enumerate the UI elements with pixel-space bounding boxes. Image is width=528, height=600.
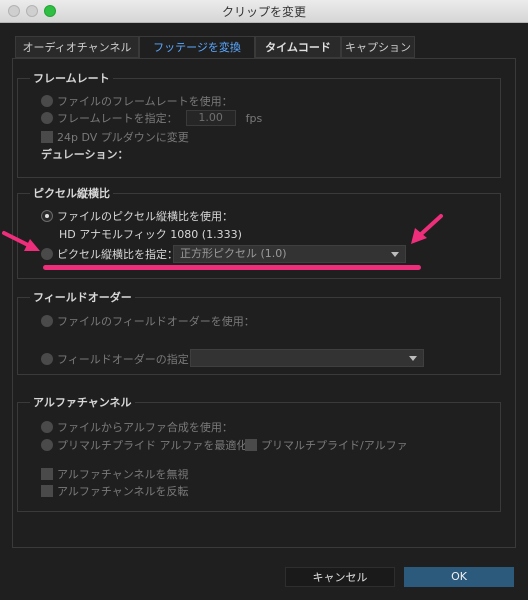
field-order-conform-label: フィールドオーダーの指定： [57, 353, 200, 366]
cancel-button[interactable]: キャンセル [285, 567, 395, 587]
checkbox-icon [41, 131, 53, 143]
checkbox-icon [41, 485, 53, 497]
highlight-underline [43, 265, 421, 270]
alpha-premultiply-option[interactable]: プリマルチプライド アルファを最適化： [41, 437, 258, 453]
pixel-aspect-conform-label: ピクセル縦横比を指定： [57, 248, 178, 261]
pixel-aspect-file-value: HD アナモルフィック 1080 (1.333) [59, 228, 242, 241]
alpha-use-file-option[interactable]: ファイルからアルファ合成を使用： [41, 419, 233, 435]
checkbox-icon [245, 439, 257, 451]
title-bar: クリップを変更 [0, 0, 528, 23]
alpha-premultiply-label: プリマルチプライド アルファを最適化： [57, 439, 259, 452]
alpha-use-file-label: ファイルからアルファ合成を使用： [57, 421, 233, 434]
alpha-premultiply-check-label: プリマルチプライド/アルファ [261, 439, 408, 452]
framerate-title: フレームレート [30, 70, 113, 86]
pixel-aspect-select[interactable]: 正方形ピクセル (1.0) [173, 245, 406, 263]
chevron-down-icon [391, 252, 399, 257]
pulldown-option[interactable]: 24p DV プルダウンに変更 [41, 129, 189, 145]
alpha-title: アルファチャンネル [30, 394, 135, 410]
framerate-unit: fps [245, 111, 263, 125]
radio-selected-icon [41, 210, 53, 222]
radio-icon [41, 353, 53, 365]
pixel-aspect-use-file-label: ファイルのピクセル縦横比を使用： [57, 210, 233, 223]
tab-interpret-footage[interactable]: フッテージを変換 [139, 36, 255, 58]
field-order-title: フィールドオーダー [30, 289, 135, 305]
alpha-premultiply-checkbox[interactable]: プリマルチプライド/アルファ [245, 437, 408, 453]
radio-icon [41, 95, 53, 107]
framerate-assume-option[interactable]: フレームレートを指定： 1.00 fps [41, 110, 262, 126]
field-order-use-file-label: ファイルのフィールドオーダーを使用： [57, 315, 255, 328]
window-title: クリップを変更 [221, 5, 306, 19]
framerate-use-file-label: ファイルのフレームレートを使用： [57, 95, 233, 108]
radio-icon [41, 439, 53, 451]
pixel-aspect-conform-option[interactable]: ピクセル縦横比を指定： [41, 246, 178, 262]
right-arrow-annotation-icon [411, 214, 443, 244]
radio-icon [41, 421, 53, 433]
left-arrow-annotation-icon [2, 231, 40, 251]
framerate-value-input[interactable]: 1.00 [185, 110, 236, 126]
pixel-aspect-title: ピクセル縦横比 [30, 185, 113, 201]
chevron-down-icon [409, 356, 417, 361]
alpha-invert-label: アルファチャンネルを反転 [57, 485, 189, 498]
field-order-select[interactable] [190, 349, 424, 367]
tab-captions[interactable]: キャプション [341, 36, 415, 58]
framerate-use-file-option[interactable]: ファイルのフレームレートを使用： [41, 93, 233, 109]
duration-label: デュレーション： [41, 148, 129, 161]
checkbox-icon [41, 468, 53, 480]
field-order-use-file-option[interactable]: ファイルのフィールドオーダーを使用： [41, 313, 255, 329]
pulldown-label: 24p DV プルダウンに変更 [57, 131, 189, 144]
radio-icon [41, 315, 53, 327]
pixel-aspect-use-file-option[interactable]: ファイルのピクセル縦横比を使用： [41, 208, 233, 224]
alpha-invert-option[interactable]: アルファチャンネルを反転 [41, 483, 189, 499]
tab-audio-channels[interactable]: オーディオチャンネル [15, 36, 139, 58]
alpha-ignore-label: アルファチャンネルを無視 [57, 468, 189, 481]
radio-icon [41, 112, 53, 124]
tab-timecode[interactable]: タイムコード [255, 36, 341, 58]
alpha-ignore-option[interactable]: アルファチャンネルを無視 [41, 466, 189, 482]
framerate-assume-label: フレームレートを指定： [57, 112, 178, 125]
field-order-conform-option[interactable]: フィールドオーダーの指定： [41, 351, 200, 367]
pixel-aspect-selected: 正方形ピクセル (1.0) [180, 247, 287, 260]
ok-button[interactable]: OK [404, 567, 514, 587]
